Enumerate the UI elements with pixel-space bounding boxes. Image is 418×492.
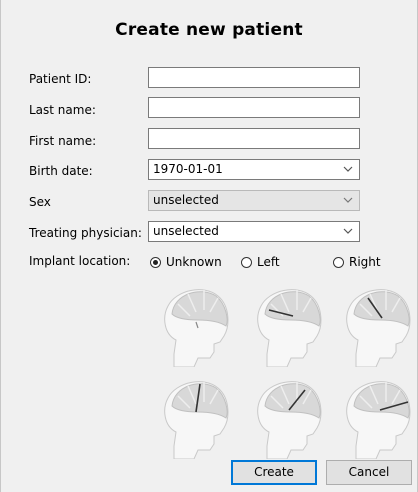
head-diagram-icon[interactable]: [336, 282, 416, 367]
chevron-down-icon: [343, 228, 353, 234]
last-name-label: Last name:: [29, 103, 96, 117]
implant-location-diagrams: [152, 282, 418, 462]
dialog-left-border: [0, 0, 1, 492]
sex-label: Sex: [29, 195, 51, 209]
radio-unknown-label: Unknown: [166, 255, 222, 269]
head-diagram-icon[interactable]: [336, 374, 416, 459]
radio-unknown[interactable]: Unknown: [150, 255, 222, 269]
chevron-down-icon: [343, 166, 353, 172]
radio-right-label: Right: [349, 255, 381, 269]
first-name-field[interactable]: [148, 128, 360, 149]
birth-date-label: Birth date:: [29, 164, 93, 178]
physician-label: Treating physician:: [29, 226, 142, 240]
implant-location-label: Implant location:: [29, 254, 131, 268]
first-name-label: First name:: [29, 134, 97, 148]
create-patient-dialog: Create new patient Patient ID: Last name…: [0, 0, 418, 492]
chevron-down-icon: [343, 197, 353, 203]
radio-left-dot[interactable]: [241, 256, 252, 268]
physician-select[interactable]: unselected: [148, 221, 360, 242]
radio-right[interactable]: Right: [333, 255, 381, 269]
physician-value: unselected: [153, 224, 219, 238]
head-diagram-icon[interactable]: [154, 282, 234, 367]
patient-id-field[interactable]: [148, 67, 360, 88]
create-button[interactable]: Create: [231, 460, 317, 485]
sex-value: unselected: [153, 193, 219, 207]
cancel-button[interactable]: Cancel: [326, 460, 412, 485]
radio-left-label: Left: [257, 255, 280, 269]
birth-date-picker[interactable]: 1970-01-01: [148, 159, 360, 180]
head-diagram-icon[interactable]: [247, 374, 327, 459]
dialog-title: Create new patient: [115, 20, 303, 40]
last-name-field[interactable]: [148, 97, 360, 118]
radio-unknown-dot[interactable]: [150, 256, 161, 268]
head-diagram-icon[interactable]: [247, 282, 327, 367]
birth-date-value: 1970-01-01: [153, 162, 223, 176]
radio-right-dot[interactable]: [333, 256, 344, 268]
head-diagram-icon[interactable]: [154, 374, 234, 459]
sex-select[interactable]: unselected: [148, 190, 360, 211]
patient-id-label: Patient ID:: [29, 72, 92, 86]
radio-left[interactable]: Left: [241, 255, 280, 269]
